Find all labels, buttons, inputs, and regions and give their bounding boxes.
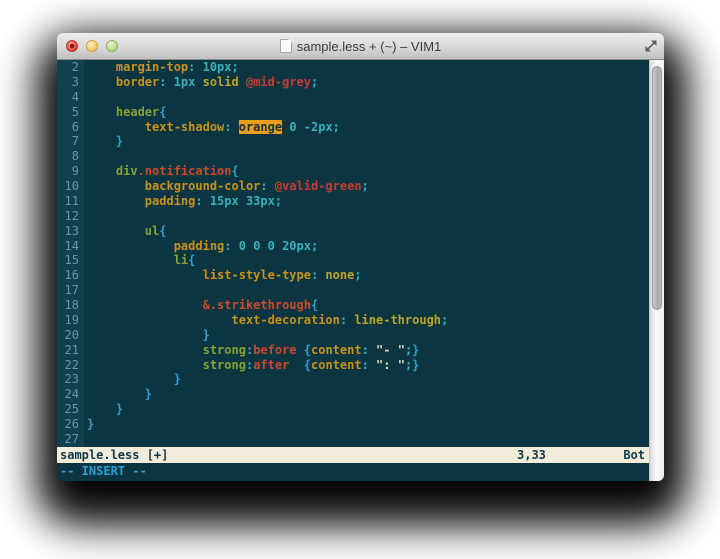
code-line[interactable]: 21 strong:before {content: "- ";} bbox=[57, 343, 649, 358]
vim-window: sample.less + (~) – VIM1 2 margin-top: 1… bbox=[57, 33, 664, 481]
code-text bbox=[84, 90, 87, 105]
line-number: 17 bbox=[57, 283, 84, 298]
code-text bbox=[84, 209, 87, 224]
line-number: 15 bbox=[57, 253, 84, 268]
line-number: 21 bbox=[57, 343, 84, 358]
line-number: 7 bbox=[57, 134, 84, 149]
line-number: 12 bbox=[57, 209, 84, 224]
line-number: 16 bbox=[57, 268, 84, 283]
code-text: &.strikethrough{ bbox=[84, 298, 318, 313]
code-text: padding: 15px 33px; bbox=[84, 194, 282, 209]
line-number: 23 bbox=[57, 372, 84, 387]
code-line[interactable]: 3 border: 1px solid @mid-grey; bbox=[57, 75, 649, 90]
mode-indicator: -- INSERT -- bbox=[60, 464, 147, 478]
close-button[interactable] bbox=[66, 40, 78, 52]
code-text: } bbox=[84, 372, 181, 387]
cursor-position: 3,33 bbox=[517, 447, 546, 463]
fullscreen-arrows-icon bbox=[644, 39, 658, 53]
code-text: } bbox=[84, 402, 123, 417]
vim-cmdline: -- INSERT -- bbox=[57, 463, 649, 481]
line-number: 10 bbox=[57, 179, 84, 194]
code-text bbox=[84, 283, 87, 298]
code-line[interactable]: 22 strong:after {content: ": ";} bbox=[57, 358, 649, 373]
code-text: border: 1px solid @mid-grey; bbox=[84, 75, 318, 90]
code-line[interactable]: 18 &.strikethrough{ bbox=[57, 298, 649, 313]
line-number: 3 bbox=[57, 75, 84, 90]
code-text: } bbox=[84, 387, 152, 402]
line-number: 5 bbox=[57, 105, 84, 120]
code-text: } bbox=[84, 417, 94, 432]
window-title: sample.less + (~) – VIM1 bbox=[297, 39, 442, 54]
document-icon bbox=[280, 39, 292, 53]
line-number: 4 bbox=[57, 90, 84, 105]
vim-statusline: sample.less [+] 3,33 Bot bbox=[57, 447, 649, 463]
code-line[interactable]: 15 li{ bbox=[57, 253, 649, 268]
code-line[interactable]: 17 bbox=[57, 283, 649, 298]
line-number: 20 bbox=[57, 328, 84, 343]
line-number: 14 bbox=[57, 239, 84, 254]
code-line[interactable]: 13 ul{ bbox=[57, 224, 649, 239]
scrollbar-thumb[interactable] bbox=[652, 66, 662, 310]
code-line[interactable]: 10 background-color: @valid-green; bbox=[57, 179, 649, 194]
line-number: 8 bbox=[57, 149, 84, 164]
scroll-position-label: Bot bbox=[623, 447, 645, 463]
window-titlebar[interactable]: sample.less + (~) – VIM1 bbox=[57, 33, 664, 60]
line-number: 22 bbox=[57, 358, 84, 373]
code-line[interactable]: 27 bbox=[57, 432, 649, 447]
code-text: div.notification{ bbox=[84, 164, 239, 179]
code-lines: 2 margin-top: 10px;3 border: 1px solid @… bbox=[57, 60, 649, 447]
line-number: 6 bbox=[57, 120, 84, 135]
code-text: text-decoration: line-through; bbox=[84, 313, 448, 328]
code-line[interactable]: 7 } bbox=[57, 134, 649, 149]
code-text: list-style-type: none; bbox=[84, 268, 362, 283]
line-number: 27 bbox=[57, 432, 84, 447]
code-text: padding: 0 0 0 20px; bbox=[84, 239, 318, 254]
fullscreen-button[interactable] bbox=[644, 39, 658, 53]
traffic-lights bbox=[66, 40, 118, 52]
line-number: 25 bbox=[57, 402, 84, 417]
code-line[interactable]: 24 } bbox=[57, 387, 649, 402]
line-number: 11 bbox=[57, 194, 84, 209]
code-line[interactable]: 5 header{ bbox=[57, 105, 649, 120]
code-text bbox=[84, 149, 87, 164]
code-line[interactable]: 19 text-decoration: line-through; bbox=[57, 313, 649, 328]
line-number: 9 bbox=[57, 164, 84, 179]
code-text: ul{ bbox=[84, 224, 166, 239]
code-line[interactable]: 6 text-shadow: orange 0 -2px; bbox=[57, 120, 649, 135]
code-line[interactable]: 12 bbox=[57, 209, 649, 224]
code-line[interactable]: 20 } bbox=[57, 328, 649, 343]
code-text: } bbox=[84, 134, 123, 149]
code-text: strong:after {content: ": ";} bbox=[84, 358, 419, 373]
line-number: 18 bbox=[57, 298, 84, 313]
code-line[interactable]: 4 bbox=[57, 90, 649, 105]
code-text: margin-top: 10px; bbox=[84, 60, 239, 75]
code-text: text-shadow: orange 0 -2px; bbox=[84, 120, 340, 135]
code-line[interactable]: 25 } bbox=[57, 402, 649, 417]
line-number: 26 bbox=[57, 417, 84, 432]
code-line[interactable]: 8 bbox=[57, 149, 649, 164]
code-text: li{ bbox=[84, 253, 195, 268]
code-editor[interactable]: 2 margin-top: 10px;3 border: 1px solid @… bbox=[57, 60, 649, 447]
minimize-button[interactable] bbox=[86, 40, 98, 52]
code-text: header{ bbox=[84, 105, 166, 120]
title-area: sample.less + (~) – VIM1 bbox=[117, 33, 604, 59]
file-label: sample.less [+] bbox=[60, 448, 168, 462]
code-line[interactable]: 2 margin-top: 10px; bbox=[57, 60, 649, 75]
code-text bbox=[84, 432, 87, 447]
code-text: strong:before {content: "- ";} bbox=[84, 343, 419, 358]
code-line[interactable]: 9 div.notification{ bbox=[57, 164, 649, 179]
modified-indicator-icon bbox=[70, 44, 74, 48]
code-line[interactable]: 14 padding: 0 0 0 20px; bbox=[57, 239, 649, 254]
code-line[interactable]: 23 } bbox=[57, 372, 649, 387]
code-text: background-color: @valid-green; bbox=[84, 179, 369, 194]
scrollbar[interactable] bbox=[649, 60, 664, 481]
code-line[interactable]: 11 padding: 15px 33px; bbox=[57, 194, 649, 209]
line-number: 2 bbox=[57, 60, 84, 75]
code-line[interactable]: 26} bbox=[57, 417, 649, 432]
line-number: 19 bbox=[57, 313, 84, 328]
code-text: } bbox=[84, 328, 210, 343]
line-number: 13 bbox=[57, 224, 84, 239]
code-line[interactable]: 16 list-style-type: none; bbox=[57, 268, 649, 283]
line-number: 24 bbox=[57, 387, 84, 402]
